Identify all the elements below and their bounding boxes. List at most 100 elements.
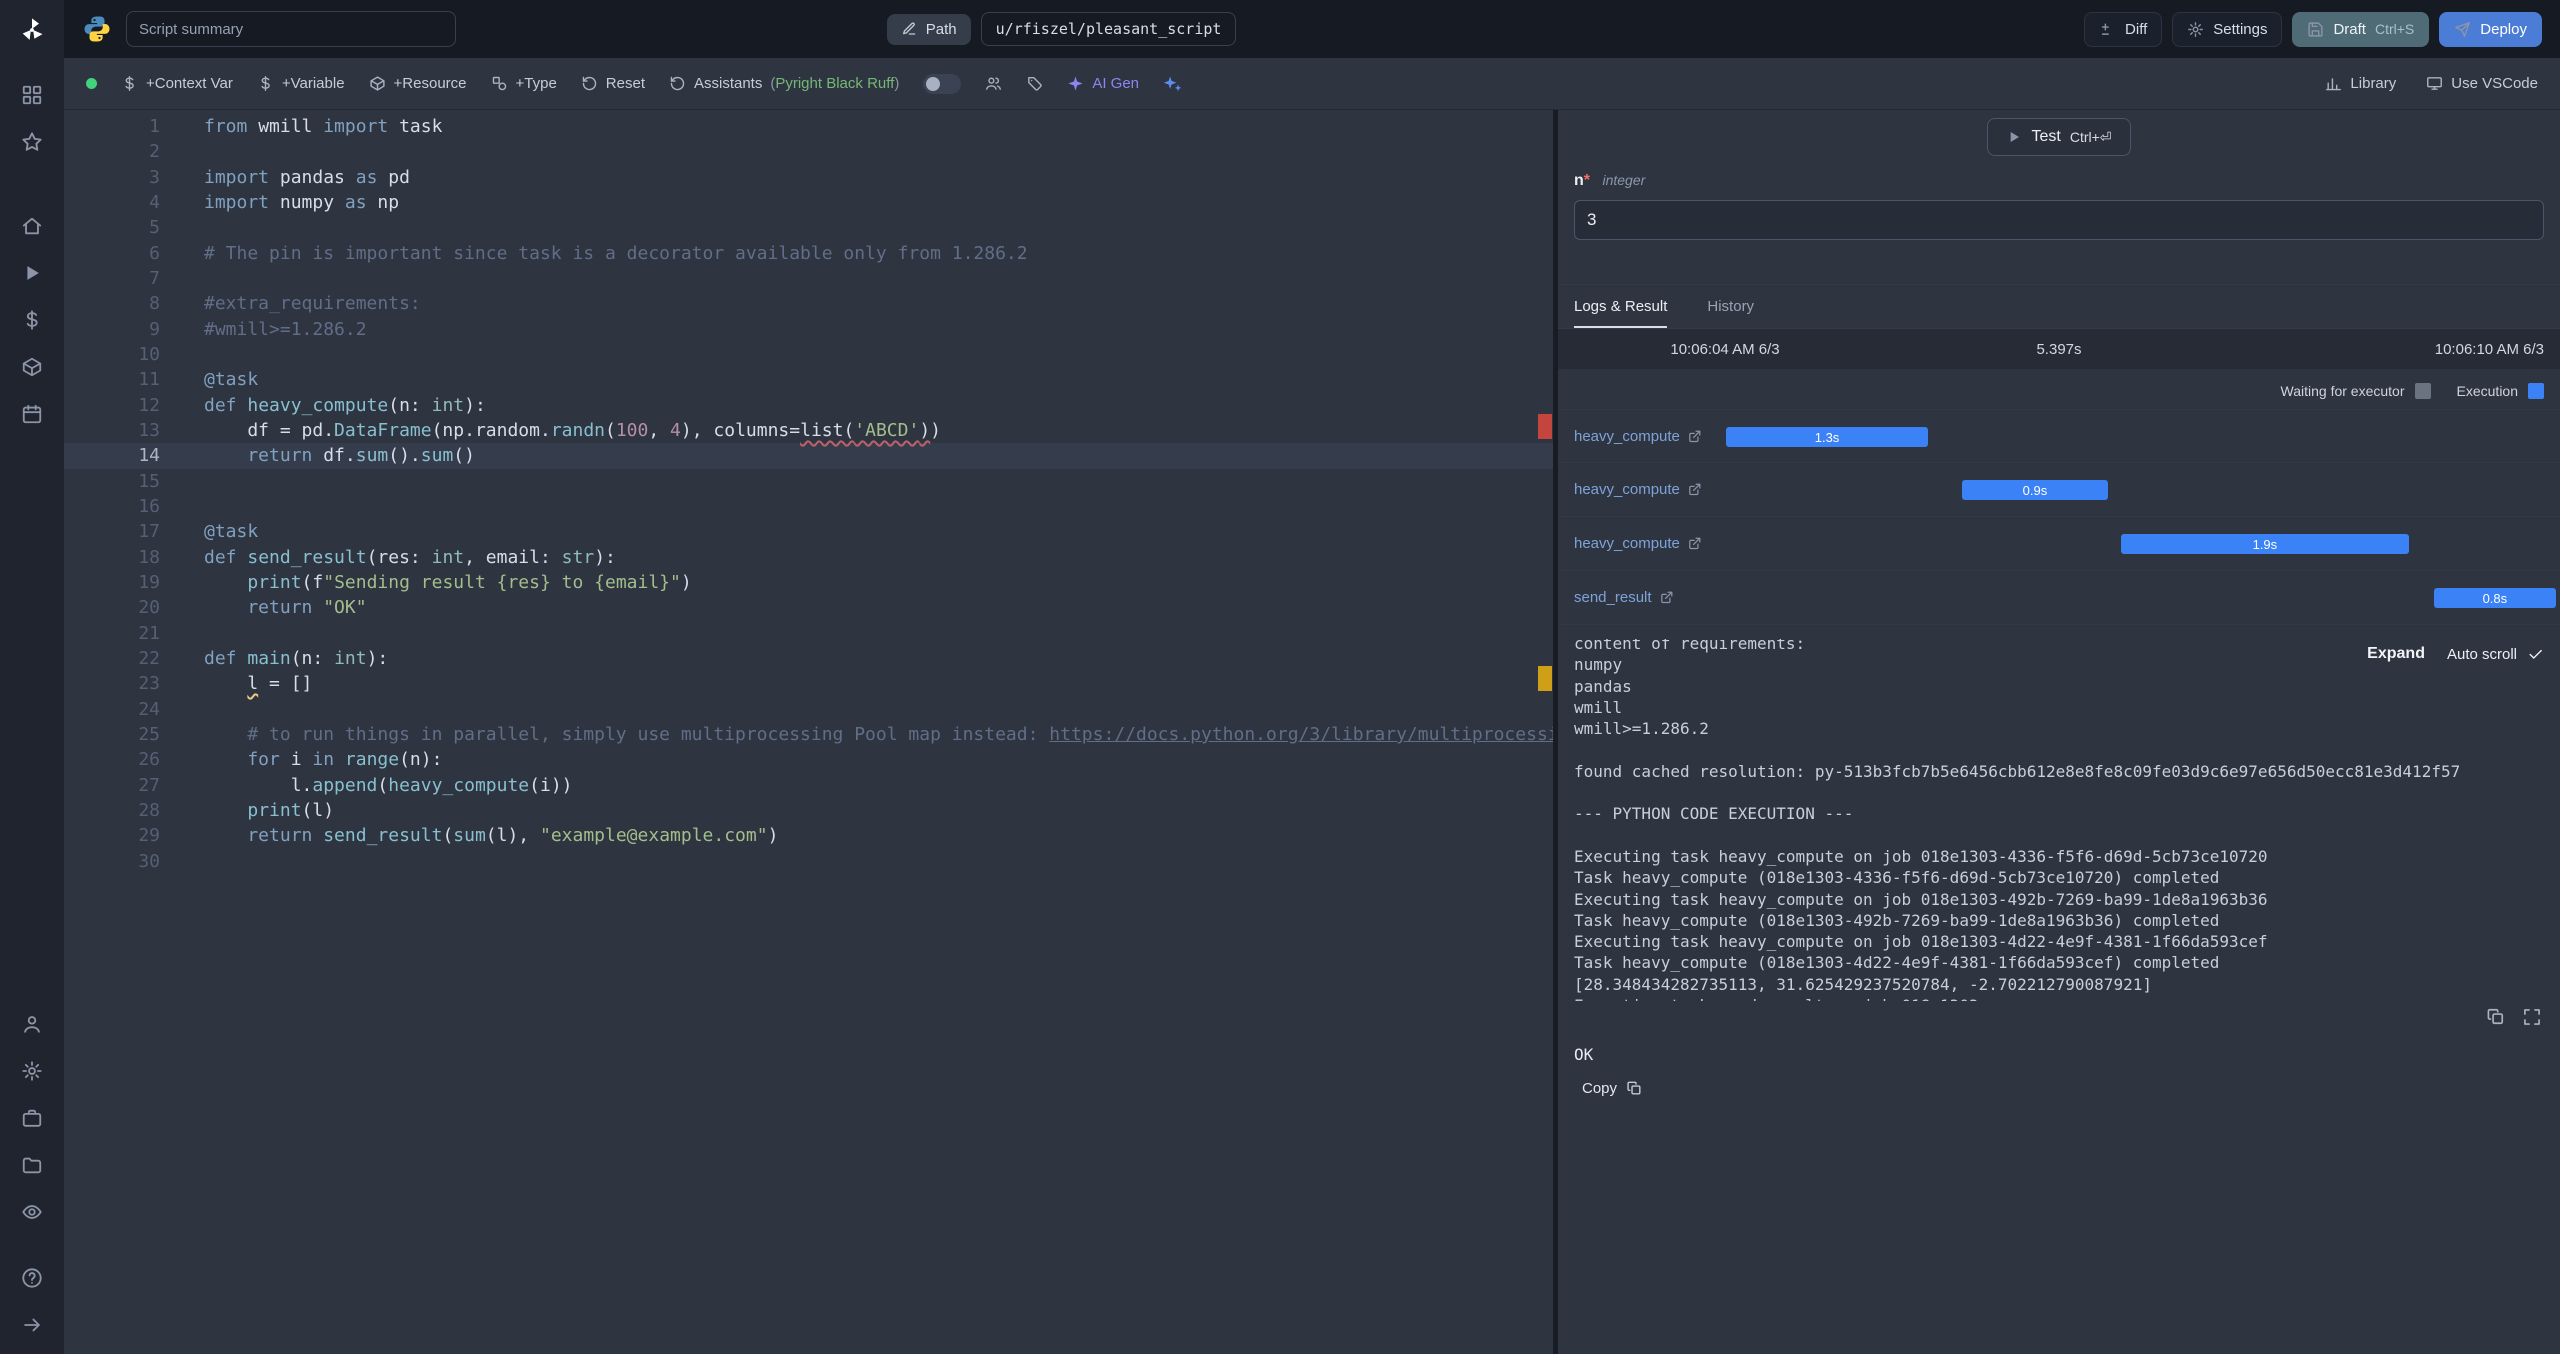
fullscreen-icon[interactable] [2522,1007,2542,1027]
code-line[interactable]: 13 df = pd.DataFrame(np.random.randn(100… [64,418,1553,443]
reset-button[interactable]: Reset [581,75,645,92]
code-editor[interactable]: 1 from wmill import task 2 3 import pandas a… [64,110,1553,1354]
vscode-label: Use VSCode [2451,75,2538,92]
dollar-icon [257,75,274,92]
home-icon[interactable] [21,215,43,237]
shapes-icon [491,75,508,92]
code-line[interactable]: 19 print(f"Sending result {res} to {emai… [64,570,1553,595]
duration-bar[interactable]: 0.9s [1961,480,2109,500]
job-link[interactable]: heavy_compute [1574,535,1702,552]
code-line[interactable]: 6 # The pin is important since task is a … [64,241,1553,266]
add-resource-button[interactable]: +Resource [369,75,467,92]
apps-icon[interactable] [21,84,43,106]
script-summary-input[interactable] [126,11,456,47]
windmill-logo-icon[interactable] [18,16,46,44]
line-number: 21 [138,622,160,644]
resources-icon[interactable] [21,356,43,378]
duration-bar[interactable]: 1.3s [1726,427,1928,447]
assistants-button[interactable]: Assistants (Pyright Black Ruff) [669,75,899,92]
autoscroll-toggle[interactable]: Auto scroll [2447,646,2544,663]
expand-sidebar-icon[interactable] [21,1314,43,1336]
gantt-row: heavy_compute 1.9s [1558,517,2560,571]
copy-logs-icon[interactable] [2486,1007,2506,1027]
add-variable-button[interactable]: +Variable [257,75,345,92]
test-button[interactable]: Test Ctrl+⏎ [1987,118,2131,156]
help-icon[interactable] [21,1267,43,1289]
code-line[interactable]: 25 # to run things in parallel, simply u… [64,722,1553,747]
code-line[interactable]: 14 return df.sum().sum() [64,443,1553,469]
code-line[interactable]: 26 for i in range(n): [64,747,1553,772]
duration-bar[interactable]: 1.9s [2121,534,2409,554]
add-type-button[interactable]: +Type [491,75,557,92]
code-line[interactable]: 18 def send_result(res: int, email: str): [64,545,1553,570]
diff-button[interactable]: Diff [2084,11,2163,47]
code-line[interactable]: 5 [64,215,1553,240]
code-line[interactable]: 30 [64,849,1553,874]
code-line[interactable]: 12 def heavy_compute(n: int): [64,393,1553,418]
tab-history[interactable]: History [1707,285,1754,328]
code-line[interactable]: 29 return send_result(sum(l), "example@e… [64,823,1553,848]
line-number: 3 [149,166,160,188]
collaborators-button[interactable] [985,75,1002,92]
code-line[interactable]: 21 [64,621,1553,646]
use-vscode-button[interactable]: Use VSCode [2426,75,2538,92]
settings-icon[interactable] [21,1060,43,1082]
audit-logs-icon[interactable] [21,1201,43,1223]
code-line[interactable]: 23 l = [] [64,671,1553,696]
line-number: 1 [149,116,160,137]
code-line[interactable]: 15 [64,469,1553,494]
code-line[interactable]: 24 [64,697,1553,722]
schedules-icon[interactable] [21,403,43,425]
draft-button[interactable]: Draft Ctrl+S [2292,11,2430,47]
folders-icon[interactable] [21,1154,43,1176]
code-line[interactable]: 28 print(l) [64,798,1553,823]
code-line[interactable]: 27 l.append(heavy_compute(i)) [64,773,1553,798]
path-button[interactable]: Path [886,13,971,45]
code-line[interactable]: 16 [64,494,1553,519]
app-root: Path u/rfiszel/pleasant_script Diff Sett… [0,0,2560,1354]
user-icon[interactable] [21,1013,43,1035]
code-line[interactable]: 1 from wmill import task [64,114,1553,139]
sparkle-icon [1067,75,1084,92]
black-status: Black [826,75,863,92]
tab-logs-result[interactable]: Logs & Result [1574,285,1667,328]
code-line[interactable]: 7 [64,266,1553,291]
code-line[interactable]: 22 def main(n: int): [64,646,1553,671]
job-link[interactable]: heavy_compute [1574,481,1702,498]
code-line[interactable]: 20 return "OK" [64,595,1553,620]
tag-button[interactable] [1026,75,1043,92]
deploy-button[interactable]: Deploy [2439,11,2542,47]
workers-icon[interactable] [21,1107,43,1129]
code-line[interactable]: 9 #wmill>=1.286.2 [64,317,1553,342]
code-line[interactable]: 8 #extra_requirements: [64,291,1553,316]
arg-n-input[interactable] [1574,200,2544,240]
path-value[interactable]: u/rfiszel/pleasant_script [980,12,1237,46]
line-number: 18 [138,546,160,568]
code-line[interactable]: 17 @task [64,519,1553,544]
ruff-status: Ruff [867,75,895,92]
assistants-toggle[interactable] [923,73,962,94]
sparkles-icon[interactable] [1163,74,1182,93]
code-line[interactable]: 11 @task [64,367,1553,392]
code-line[interactable]: 4 import numpy as np [64,190,1553,215]
variables-icon[interactable] [21,309,43,331]
add-context-var-button[interactable]: +Context Var [121,75,233,92]
code-line[interactable]: 2 [64,139,1553,164]
code-line[interactable]: 10 [64,342,1553,367]
job-link[interactable]: heavy_compute [1574,428,1702,445]
duration-bar[interactable]: 0.8s [2433,588,2556,608]
expand-logs-button[interactable]: Expand [2367,645,2425,663]
code-line[interactable]: 3 import pandas as pd [64,165,1553,190]
runs-icon[interactable] [21,262,43,284]
logs-viewer[interactable]: Expand Auto scroll content of requiremen… [1558,639,2560,1001]
pencil-icon [901,21,917,37]
save-icon [2307,21,2324,38]
copy-result-button[interactable]: Copy [1574,1074,1651,1103]
ai-gen-button[interactable]: AI Gen [1067,75,1139,92]
library-button[interactable]: Library [2325,75,2396,92]
job-link[interactable]: send_result [1574,589,1674,606]
settings-button[interactable]: Settings [2172,11,2283,47]
line-number: 11 [138,369,160,391]
favorites-icon[interactable] [21,131,43,153]
line-number: 8 [149,293,160,315]
